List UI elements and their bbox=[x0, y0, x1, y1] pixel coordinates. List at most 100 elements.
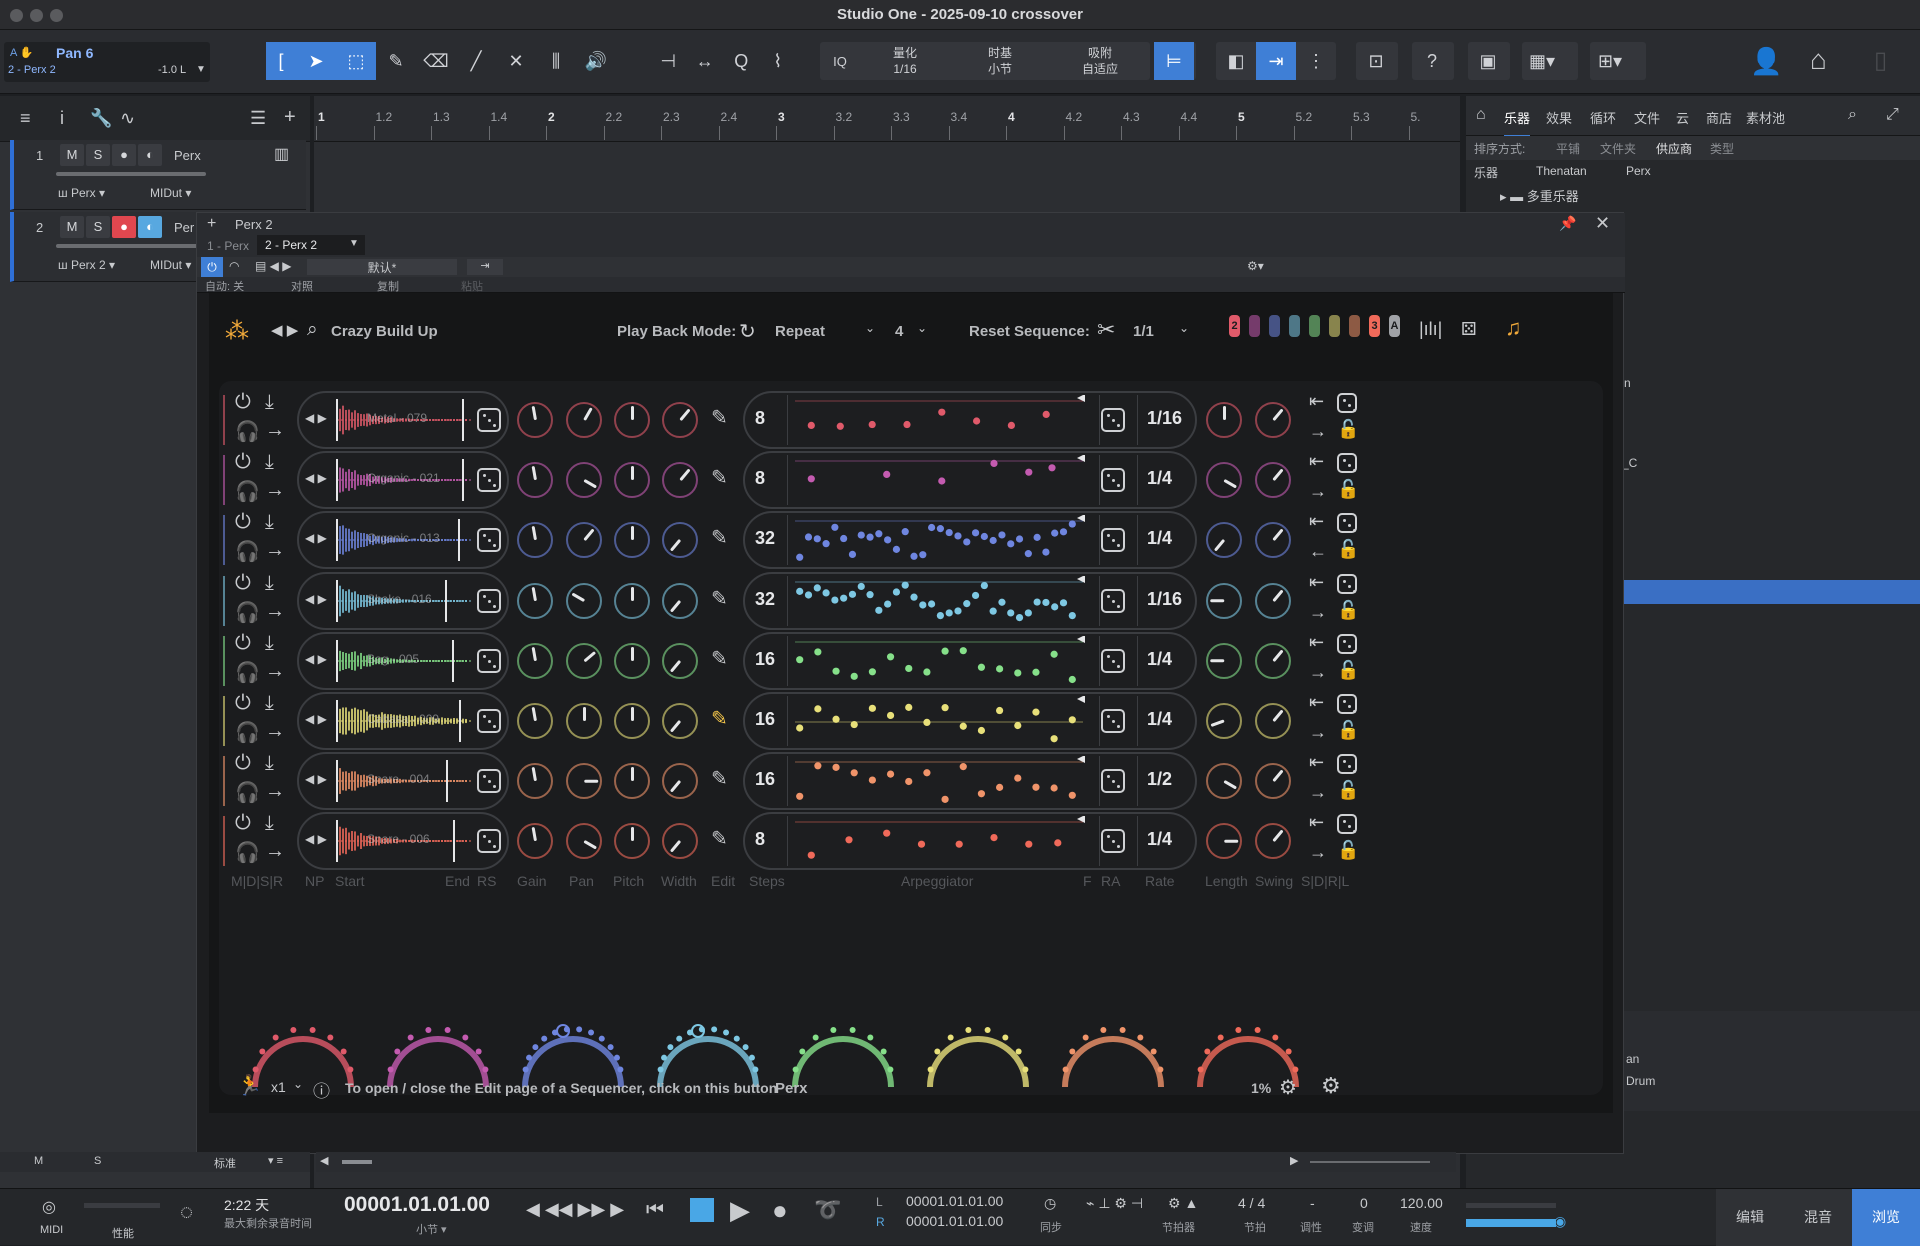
sample-nav-arrows[interactable]: ◀ ▶ bbox=[305, 652, 327, 666]
arpeggiator-dots[interactable] bbox=[791, 395, 1087, 447]
swing-knob[interactable] bbox=[1255, 703, 1291, 739]
preset-dropdown[interactable]: 默认* bbox=[307, 259, 457, 275]
chevron-down-icon[interactable]: ⌄ bbox=[293, 1077, 303, 1091]
sequence-chip[interactable]: 3 bbox=[1369, 315, 1380, 337]
dice-icon[interactable] bbox=[1337, 573, 1357, 594]
edit-pencil-icon[interactable]: ✎ bbox=[711, 646, 728, 671]
link-icon[interactable]: ⇤ bbox=[1309, 572, 1324, 593]
compare-button[interactable]: 对照 bbox=[291, 278, 313, 294]
pin-icon[interactable]: 📌 bbox=[1559, 215, 1576, 232]
pan-knob[interactable] bbox=[566, 522, 602, 559]
expand-icon[interactable]: ⇥ bbox=[467, 259, 503, 275]
width-knob[interactable] bbox=[662, 462, 698, 499]
quantize-dropdown[interactable]: 量化 1/16 bbox=[860, 45, 950, 77]
gain-knob[interactable] bbox=[517, 763, 553, 800]
horizontal-scrollbar[interactable]: ◀ ▶ bbox=[316, 1152, 1456, 1172]
gain-knob[interactable] bbox=[517, 462, 553, 499]
edit-pencil-icon[interactable]: ✎ bbox=[711, 465, 728, 490]
width-knob[interactable] bbox=[662, 823, 698, 860]
pan-knob[interactable] bbox=[566, 763, 602, 800]
dice-icon[interactable] bbox=[1101, 769, 1125, 794]
dice-icon[interactable] bbox=[477, 648, 501, 673]
browser-tab[interactable]: 循环 bbox=[1590, 108, 1616, 127]
browser-tab[interactable]: 云 bbox=[1676, 108, 1689, 127]
range-tool-icon[interactable]: ⬚ bbox=[336, 42, 376, 80]
sort-flat[interactable]: 平铺 bbox=[1556, 140, 1580, 157]
sequence-chip[interactable] bbox=[1329, 315, 1340, 337]
pencil-tool-icon[interactable]: ✎ bbox=[376, 42, 416, 80]
download-icon[interactable]: ⤓ bbox=[265, 692, 274, 715]
monitor-button[interactable]: ◐ bbox=[138, 216, 162, 238]
route-arrow-icon[interactable]: → bbox=[265, 479, 285, 502]
route-arrow-icon[interactable]: → bbox=[1309, 782, 1327, 803]
track-name[interactable]: Per bbox=[174, 220, 194, 235]
close-icon[interactable]: ✕ bbox=[1595, 213, 1610, 234]
bracket-tool-icon[interactable]: [ bbox=[266, 42, 296, 80]
sample-nav-arrows[interactable]: ◀ ▶ bbox=[305, 592, 327, 606]
headphones-icon[interactable]: 🎧 bbox=[235, 780, 260, 805]
dice-icon[interactable]: ⚄ bbox=[1461, 319, 1477, 340]
sequence-chip[interactable] bbox=[1289, 315, 1300, 337]
listen-tool-icon[interactable]: 🔊 bbox=[576, 42, 616, 80]
headphones-icon[interactable]: 🎧 bbox=[235, 539, 260, 564]
dice-icon[interactable] bbox=[477, 769, 501, 794]
minimize-window-button[interactable] bbox=[30, 9, 43, 22]
position-display[interactable]: 00001.01.01.00 bbox=[344, 1193, 490, 1217]
length-knob[interactable] bbox=[1206, 522, 1242, 559]
swing-knob[interactable] bbox=[1255, 522, 1291, 559]
swing-knob[interactable] bbox=[1255, 402, 1291, 438]
sequence-chip[interactable] bbox=[1349, 315, 1360, 337]
dice-icon[interactable] bbox=[1337, 393, 1357, 413]
zoom-slider[interactable] bbox=[1310, 1161, 1430, 1163]
dice-icon[interactable] bbox=[477, 468, 501, 493]
headphones-icon[interactable]: 🎧 bbox=[235, 419, 260, 444]
record-arm-button[interactable]: ● bbox=[112, 216, 136, 238]
arpeggiator-dots[interactable] bbox=[791, 455, 1087, 507]
runner-icon[interactable]: 🏃 bbox=[237, 1073, 262, 1098]
steps-value[interactable]: 8 bbox=[755, 829, 765, 850]
list-item[interactable]: Drum bbox=[1626, 1074, 1655, 1088]
arpeggiator-dots[interactable] bbox=[791, 696, 1087, 748]
pitch-knob[interactable] bbox=[614, 402, 650, 438]
scroll-left-icon[interactable]: ◀ bbox=[320, 1154, 328, 1167]
track-name[interactable]: Perx bbox=[174, 148, 201, 163]
pan-knob[interactable] bbox=[566, 823, 602, 860]
gain-knob[interactable] bbox=[517, 582, 553, 619]
route-arrow-icon[interactable]: → bbox=[265, 720, 285, 743]
left-locator[interactable]: 00001.01.01.00 bbox=[906, 1193, 1003, 1209]
midi-select[interactable]: MIDut ▾ bbox=[150, 258, 191, 272]
pan-knob[interactable] bbox=[566, 462, 602, 499]
add-track-icon[interactable]: + bbox=[284, 106, 296, 129]
dice-icon[interactable] bbox=[1101, 829, 1125, 854]
arrow-tool-icon[interactable]: ➤ bbox=[296, 42, 336, 80]
edit-view-button[interactable]: 编辑 bbox=[1716, 1189, 1784, 1246]
snap-icon[interactable]: ⊨ bbox=[1154, 42, 1194, 80]
width-knob[interactable] bbox=[662, 402, 698, 438]
browse-view-button[interactable]: 浏览 bbox=[1852, 1189, 1920, 1246]
link-icon[interactable]: ⇤ bbox=[1309, 511, 1324, 532]
dice-icon[interactable] bbox=[1101, 648, 1125, 673]
sort-vendor[interactable]: 供应商 bbox=[1656, 140, 1692, 157]
download-icon[interactable]: ⤓ bbox=[265, 572, 274, 595]
route-arrow-icon[interactable]: → bbox=[265, 780, 285, 803]
edit-pencil-icon[interactable]: ✎ bbox=[711, 706, 728, 731]
lock-icon[interactable]: 🔓 bbox=[1337, 539, 1359, 560]
close-window-button[interactable] bbox=[10, 9, 23, 22]
power-icon[interactable]: ⏻ bbox=[201, 257, 223, 277]
steps-value[interactable]: 16 bbox=[755, 649, 775, 670]
reset-value[interactable]: 1/1 bbox=[1133, 323, 1154, 340]
dice-icon[interactable] bbox=[1101, 588, 1125, 613]
timeline-ruler[interactable]: 1 1.2 1.3 1.4 2 2.2 2.3 2.4 3 3.2 3.3 3.4 4 4.2 4.3 4.4… bbox=[314, 96, 1460, 142]
sample-nav-arrows[interactable]: ◀ ▶ bbox=[305, 832, 327, 846]
browser-tab[interactable]: 商店 bbox=[1706, 108, 1732, 127]
steps-value[interactable]: 8 bbox=[755, 468, 765, 489]
tab-perx2[interactable]: 2 - Perx 2 ▼ bbox=[257, 235, 365, 255]
dice-icon[interactable] bbox=[1337, 814, 1357, 835]
pitch-knob[interactable] bbox=[614, 823, 650, 860]
dice-icon[interactable] bbox=[477, 829, 501, 854]
preset-nav[interactable]: ▤ ◀ ▶ bbox=[255, 259, 291, 273]
midi-select[interactable]: MIDut ▾ bbox=[150, 186, 191, 200]
swing-knob[interactable] bbox=[1255, 582, 1291, 619]
width-knob[interactable] bbox=[662, 642, 698, 679]
home-icon[interactable]: ⌂ bbox=[1476, 106, 1486, 124]
